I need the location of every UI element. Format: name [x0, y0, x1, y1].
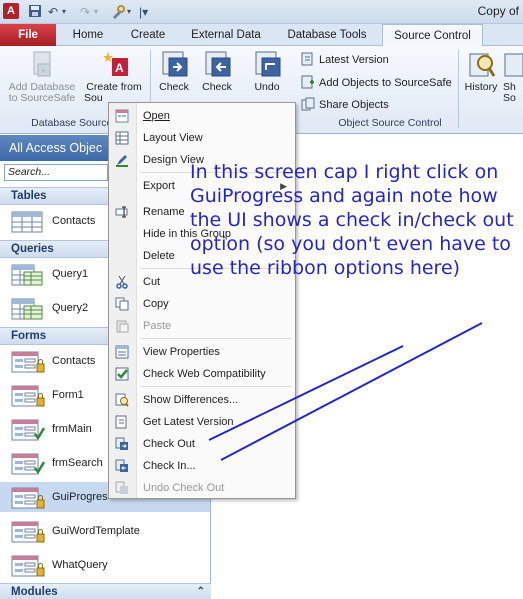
form-checked-out-icon — [11, 419, 45, 441]
ribbon-check-in-button[interactable]: Check — [197, 50, 237, 93]
form-checked-out-icon — [11, 453, 45, 475]
tools-icon[interactable] — [110, 4, 126, 20]
check-in-icon — [203, 50, 231, 78]
query-icon — [11, 264, 43, 286]
menu-item-check-out[interactable]: Check Out — [109, 434, 295, 454]
menu-item-undo-check-out[interactable]: Undo Check Out — [109, 478, 295, 498]
form-locked-icon — [11, 521, 45, 543]
share-objects-button[interactable]: Share Objects — [301, 97, 389, 113]
history-icon — [467, 50, 496, 78]
save-icon[interactable] — [28, 4, 42, 20]
nav-search-input[interactable]: Search... — [4, 164, 108, 181]
table-icon — [11, 211, 43, 233]
menu-item-paste[interactable]: Paste — [109, 316, 295, 336]
check-out-icon — [115, 437, 128, 450]
get-latest-icon — [115, 415, 127, 429]
collapse-chevron-icon[interactable]: ⌃ — [197, 584, 205, 599]
open-form-icon — [115, 109, 129, 123]
check-out-icon — [160, 50, 188, 78]
properties-icon — [115, 345, 129, 359]
tab-external-data[interactable]: External Data — [183, 24, 269, 46]
check-in-icon — [115, 459, 128, 472]
add-database-button[interactable]: + Add Database to SourceSafe — [4, 50, 80, 104]
svg-text:+: + — [41, 66, 46, 76]
menu-item-get-latest-version[interactable]: Get Latest Version — [109, 412, 295, 432]
redo-icon[interactable]: ↷ — [80, 4, 90, 20]
ribbon-undo-check-out-button[interactable]: Undo — [245, 50, 289, 93]
latest-version-button[interactable]: Latest Version — [301, 52, 389, 68]
show-sourcesafe-button[interactable]: Sh So — [503, 50, 523, 104]
add-objects-icon — [301, 75, 315, 89]
nav-item-form[interactable]: GuiWordTemplate — [11, 516, 207, 546]
sourcesafe-icon — [503, 50, 523, 78]
undo-check-out-icon — [253, 50, 281, 78]
form-locked-icon — [11, 385, 45, 407]
menu-separator — [141, 338, 291, 339]
tab-database-tools[interactable]: Database Tools — [278, 24, 376, 46]
web-compatibility-icon — [115, 367, 129, 381]
design-view-icon — [116, 155, 128, 167]
nav-item-form[interactable]: WhatQuery — [11, 550, 207, 580]
menu-item-check-web-compatibility[interactable]: Check Web Compatibility — [109, 364, 295, 384]
title-bar: A ↶ ▾ ↷ ▾ ▾ |▾ Copy of — [0, 0, 523, 24]
paste-icon — [116, 320, 129, 333]
annotation-text: In this screen cap I right click on GuiP… — [190, 161, 514, 279]
copy-icon — [115, 297, 129, 311]
create-from-button[interactable]: A Create from Sou — [82, 50, 146, 104]
menu-item-open[interactable]: Open — [109, 106, 295, 126]
access-app-icon[interactable]: A — [3, 3, 19, 19]
query-icon — [11, 298, 43, 320]
ribbon-check-out-button[interactable]: Check — [154, 50, 194, 93]
menu-separator — [141, 386, 291, 387]
ribbon-tab-row: File Home Create External Data Database … — [0, 24, 523, 47]
customize-qat-icon[interactable]: |▾ — [139, 4, 148, 20]
share-objects-icon — [301, 97, 315, 111]
tab-home[interactable]: Home — [62, 24, 114, 46]
qat-dropdown-icon[interactable]: ▾ — [127, 4, 131, 20]
menu-item-show-differences[interactable]: Show Differences... — [109, 390, 295, 410]
add-database-icon: + — [28, 50, 56, 78]
history-button[interactable]: History — [461, 50, 501, 93]
rename-icon — [115, 206, 128, 218]
menu-item-layout-view[interactable]: Layout View — [109, 128, 295, 148]
menu-item-view-properties[interactable]: View Properties — [109, 342, 295, 362]
add-objects-button[interactable]: Add Objects to SourceSafe — [301, 75, 452, 91]
undo-dropdown-icon[interactable]: ▾ — [62, 4, 66, 20]
redo-dropdown-icon[interactable]: ▾ — [94, 4, 98, 20]
form-locked-icon — [11, 487, 45, 509]
group-label-object-source-control: Object Source Control — [338, 117, 442, 129]
create-from-icon: A — [100, 50, 128, 78]
undo-check-out-icon — [115, 481, 128, 494]
window-title: Copy of — [477, 4, 519, 18]
tab-create[interactable]: Create — [122, 24, 174, 46]
menu-item-check-in[interactable]: Check In... — [109, 456, 295, 476]
layout-view-icon — [115, 131, 129, 145]
scissors-icon — [116, 275, 128, 289]
nav-section-modules[interactable]: Modules ⌃ — [0, 583, 211, 599]
svg-text:A: A — [115, 61, 124, 75]
show-differences-icon — [115, 393, 129, 407]
latest-version-icon — [301, 52, 315, 66]
form-locked-icon — [11, 555, 45, 577]
tab-source-control[interactable]: Source Control — [382, 24, 483, 47]
undo-icon[interactable]: ↶ — [48, 4, 58, 20]
menu-item-copy[interactable]: Copy — [109, 294, 295, 314]
tab-file[interactable]: File — [0, 24, 56, 46]
form-locked-icon — [11, 351, 45, 373]
